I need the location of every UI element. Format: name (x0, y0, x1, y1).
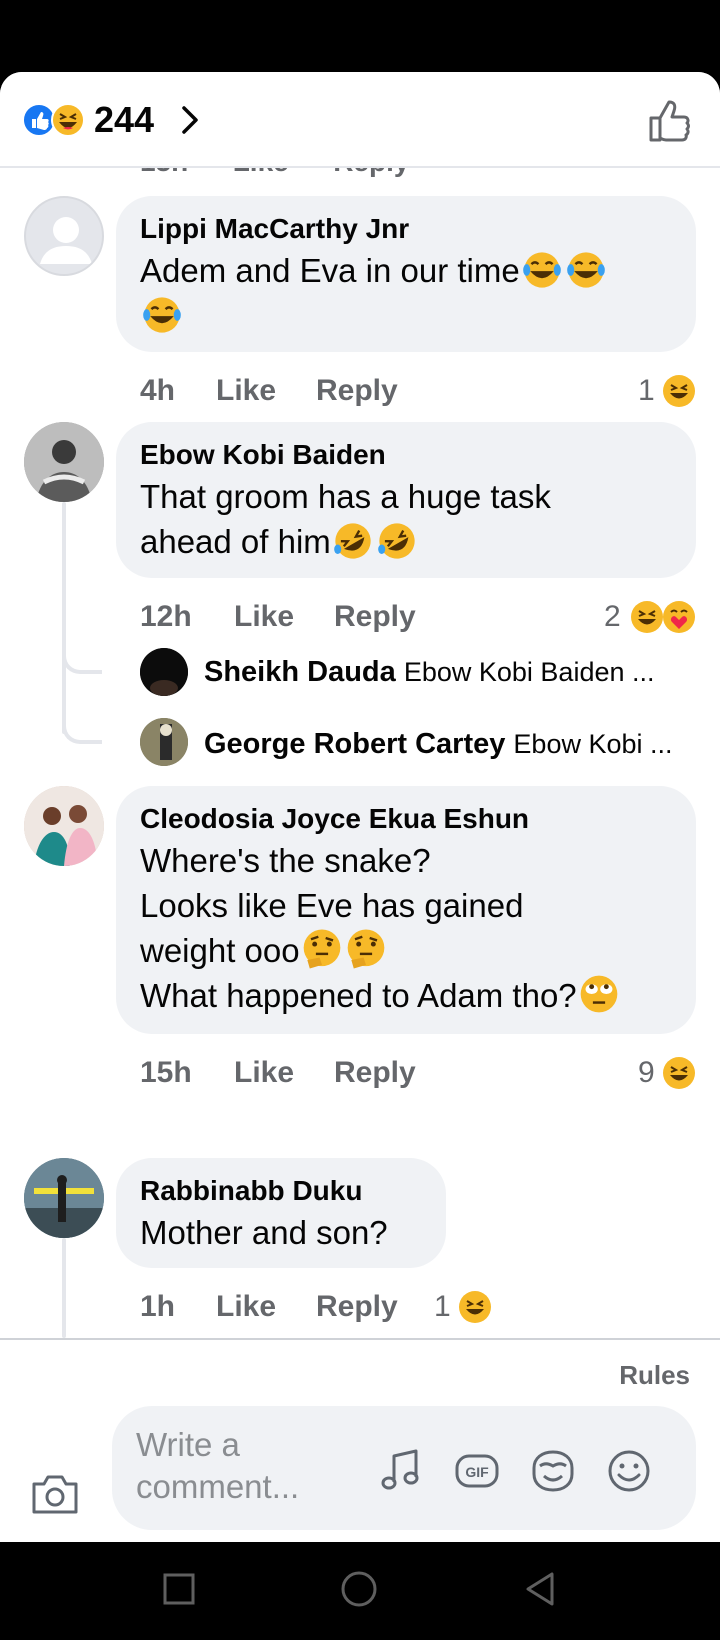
avatar-photo (140, 648, 188, 696)
comment-text: Where's the snake? Looks like Eve has gai… (140, 838, 672, 1018)
comment-bubble[interactable]: Lippi MacCarthy Jnr Adem and Eva in our … (116, 196, 696, 352)
reply-author[interactable]: George Robert Cartey (204, 728, 505, 760)
eye-roll-emoji (580, 975, 617, 1013)
thinking-emoji (303, 929, 340, 969)
tears-of-joy-emoji (566, 252, 605, 288)
avatar-photo (24, 422, 104, 502)
rofl-emoji (333, 523, 371, 559)
like-link[interactable]: Like (234, 600, 294, 634)
tears-of-joy-emoji (143, 297, 181, 333)
like-link[interactable]: Like (234, 1056, 294, 1090)
like-link[interactable]: Like (216, 1290, 276, 1324)
care-icon (663, 601, 695, 633)
avatar-photo (140, 718, 188, 766)
thinking-emoji (347, 929, 384, 969)
thumbs-up-icon[interactable] (646, 96, 694, 144)
comment-author[interactable]: Rabbinabb Duku (140, 1172, 422, 1210)
comment-text: Adem and Eva in our time (140, 248, 672, 338)
comment-time: 15h (140, 1056, 192, 1089)
comment-time: 4h (140, 374, 176, 407)
comment-time: 12h (140, 600, 192, 633)
reply-link[interactable]: Reply (334, 1056, 416, 1090)
back-icon[interactable] (518, 1566, 564, 1612)
reply-preview[interactable]: Sheikh Dauda Ebow Kobi Baiden ... (204, 652, 655, 692)
reply-preview[interactable]: George Robert Cartey Ebow Kobi ... (204, 724, 673, 764)
reactions-header: 244 (0, 72, 720, 168)
haha-icon (459, 1291, 491, 1323)
haha-icon (663, 1057, 695, 1089)
svg-text:GIF: GIF (465, 1464, 489, 1480)
reply-link[interactable]: Reply (334, 600, 416, 634)
avatar-placeholder-icon (40, 217, 92, 264)
reply-link[interactable]: Reply (316, 1290, 398, 1324)
chevron-right-icon[interactable] (176, 102, 204, 138)
reaction-count[interactable]: 1 (638, 374, 655, 408)
camera-icon[interactable] (30, 1470, 80, 1516)
thread-connector (62, 718, 102, 744)
avatar-photo (24, 786, 104, 866)
comment-composer: Rules Write a comment... GIF (0, 1338, 720, 1542)
comment-bubble[interactable]: Rabbinabb Duku Mother and son? (116, 1158, 446, 1268)
comment-time: 1h (140, 1290, 176, 1323)
tears-of-joy-emoji (522, 252, 561, 288)
thread-line (62, 502, 66, 734)
avatar-photo (24, 1158, 104, 1238)
like-link[interactable]: Like (216, 374, 276, 408)
reaction-icons[interactable] (22, 102, 88, 138)
smiley-icon[interactable] (606, 1448, 652, 1494)
sticker-icon[interactable] (530, 1448, 576, 1494)
comment-author[interactable]: Cleodosia Joyce Ekua Eshun (140, 800, 672, 838)
reaction-count[interactable]: 1 (434, 1290, 451, 1324)
comment-text: Mother and son? (140, 1214, 388, 1251)
avatar[interactable] (140, 718, 188, 766)
comment-author[interactable]: Ebow Kobi Baiden (140, 436, 672, 474)
reply-link[interactable]: Reply (316, 374, 398, 408)
reply-text: Ebow Kobi Baiden ... (403, 657, 655, 687)
avatar[interactable] (140, 648, 188, 696)
haha-icon (631, 601, 663, 633)
comment-placeholder[interactable]: Write a comment... (136, 1424, 336, 1508)
comment-author[interactable]: Lippi MacCarthy Jnr (140, 210, 672, 248)
haha-icon (663, 375, 695, 407)
comment-input[interactable]: Write a comment... GIF (112, 1406, 696, 1530)
status-bar (0, 0, 720, 72)
avatar[interactable] (24, 196, 104, 276)
rules-link[interactable]: Rules (619, 1360, 690, 1391)
like-icon (22, 103, 56, 137)
gif-icon[interactable]: GIF (454, 1448, 500, 1494)
recent-apps-icon[interactable] (156, 1566, 202, 1612)
thread-connector (62, 648, 102, 674)
avatar[interactable] (24, 1158, 104, 1238)
home-icon[interactable] (336, 1566, 382, 1612)
comment-bubble[interactable]: Cleodosia Joyce Ekua Eshun Where's the s… (116, 786, 696, 1034)
navigation-bar (0, 1542, 720, 1640)
reaction-count[interactable]: 244 (94, 100, 154, 140)
reply-author[interactable]: Sheikh Dauda (204, 656, 396, 688)
reaction-count[interactable]: 2 (604, 600, 621, 634)
avatar[interactable] (24, 422, 104, 502)
reply-text: Ebow Kobi ... (513, 729, 673, 759)
avatar[interactable] (24, 786, 104, 866)
haha-icon (51, 103, 85, 137)
reaction-count[interactable]: 9 (638, 1056, 655, 1090)
comment-bubble[interactable]: Ebow Kobi Baiden That groom has a huge t… (116, 422, 696, 578)
thread-line (62, 1238, 66, 1338)
music-icon[interactable] (378, 1448, 424, 1494)
comments-sheet: 244 15h Like Reply Lippi MacCarthy Jnr A… (0, 72, 720, 1542)
rofl-emoji (377, 523, 415, 559)
comment-text: That groom has a huge task ahead of him (140, 474, 672, 564)
